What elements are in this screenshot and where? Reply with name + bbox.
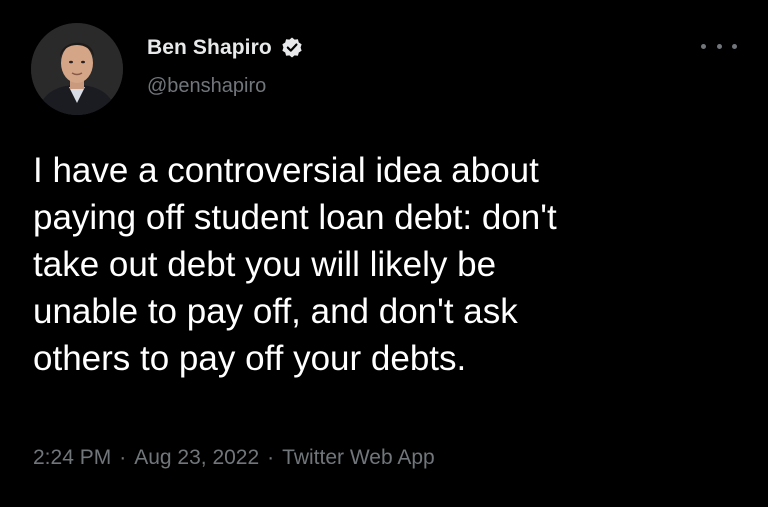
meta-separator: ·: [267, 446, 275, 469]
author-name-row: Ben Shapiro: [147, 36, 304, 60]
tweet-meta: 2:24 PM · Aug 23, 2022 · Twitter Web App: [33, 446, 435, 470]
author-handle[interactable]: @benshapiro: [147, 75, 266, 98]
meta-separator: ·: [119, 446, 127, 469]
more-options-icon[interactable]: [701, 36, 737, 56]
more-dot: [716, 43, 722, 49]
more-dot: [701, 43, 706, 49]
tweet-source[interactable]: Twitter Web App: [282, 446, 435, 470]
avatar[interactable]: [31, 23, 123, 115]
tweet-time[interactable]: 2:24 PM: [33, 446, 111, 470]
author-display-name[interactable]: Ben Shapiro: [147, 36, 272, 60]
tweet-card: Ben Shapiro @benshapiro I have a controv…: [0, 0, 768, 507]
avatar-image: [31, 23, 123, 115]
tweet-text: I have a controversial idea about paying…: [33, 151, 557, 378]
more-dot: [732, 43, 737, 49]
tweet-date[interactable]: Aug 23, 2022: [134, 446, 259, 470]
verified-badge-icon: [280, 36, 304, 60]
